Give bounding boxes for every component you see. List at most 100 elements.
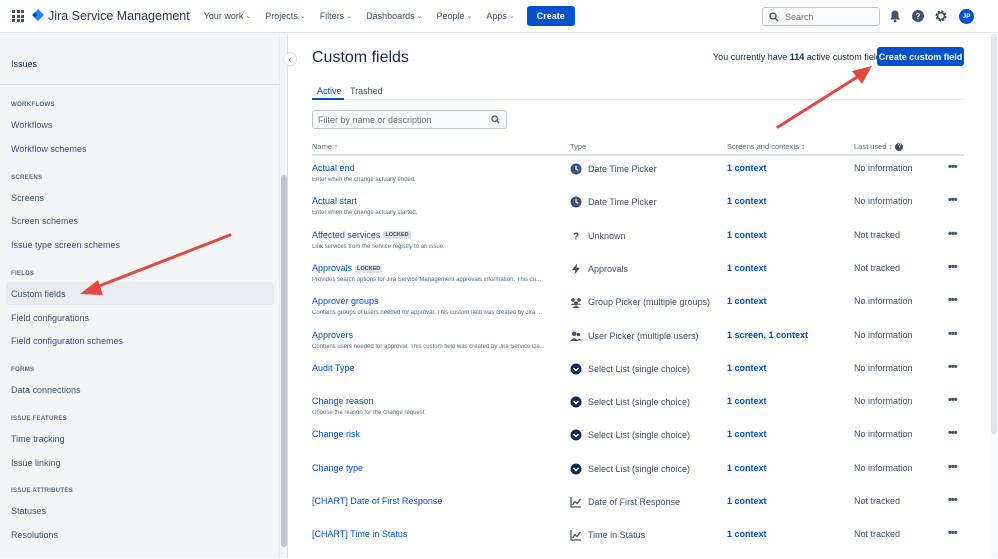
tab-active[interactable]: Active (317, 86, 342, 96)
more-actions-button[interactable]: ••• (948, 294, 958, 306)
field-last-used: No information (854, 196, 913, 207)
field-name-link[interactable]: Actual start (312, 196, 357, 206)
more-actions-button[interactable]: ••• (948, 494, 958, 506)
nav-apps[interactable]: Apps ⌄ (486, 11, 514, 21)
nav-dashboards[interactable]: Dashboards ⌄ (366, 11, 422, 21)
sidebar-item-workflow-schemes[interactable]: Workflow schemes (11, 144, 86, 154)
sidebar-item-issue-type-screen-schemes[interactable]: Issue type screen schemes (11, 240, 120, 250)
field-name-link[interactable]: Audit Type (312, 363, 354, 373)
field-context-link[interactable]: 1 context (727, 196, 767, 206)
field-last-used: No information (854, 429, 913, 440)
more-horizontal-icon: ••• (948, 260, 958, 273)
sidebar-item-statuses[interactable]: Statuses (11, 506, 46, 516)
field-context-link[interactable]: 1 context (727, 396, 767, 406)
more-actions-button[interactable]: ••• (948, 527, 958, 539)
notifications-bell-icon[interactable] (888, 9, 902, 23)
field-name-link[interactable]: Actual end (312, 163, 355, 173)
sidebar-scrollbar-thumb[interactable] (281, 175, 287, 547)
create-custom-field-button[interactable]: Create custom field (877, 47, 964, 66)
field-last-used: No information (854, 396, 913, 407)
field-context-link[interactable]: 1 context (727, 230, 767, 240)
field-name-link[interactable]: [CHART] Time in Status (312, 529, 407, 539)
field-name-link[interactable]: Affected services LOCKED (312, 230, 411, 240)
nav-your-work[interactable]: Your work ⌄ (204, 11, 252, 21)
avatar[interactable]: JP (959, 9, 974, 24)
tabs-divider (312, 99, 964, 100)
sidebar-item-issue-linking[interactable]: Issue linking (11, 458, 61, 468)
search-box[interactable] (762, 7, 880, 26)
more-actions-button[interactable]: ••• (948, 327, 958, 340)
more-horizontal-icon: ••• (948, 327, 958, 340)
field-description: Contains users needed for approval. This… (312, 343, 545, 350)
product-logo[interactable]: Jira Service Management (32, 9, 190, 23)
more-actions-button[interactable]: ••• (948, 427, 958, 439)
field-name-link[interactable]: Approvals LOCKED (312, 263, 383, 273)
select-icon (570, 363, 582, 375)
help-icon[interactable]: ? (895, 143, 904, 152)
sidebar-item-time-tracking[interactable]: Time tracking (11, 434, 65, 444)
sidebar: Issues WORKFLOWS Workflows Workflow sche… (0, 34, 280, 558)
field-type: ? Unknown (570, 230, 626, 242)
more-actions-button[interactable]: ••• (948, 460, 958, 473)
field-context-link[interactable]: 1 context (727, 429, 767, 439)
field-description: Enter when the change actually started. (312, 210, 418, 217)
help-icon[interactable]: ? (911, 9, 925, 23)
sidebar-item-field-configurations[interactable]: Field configurations (11, 313, 89, 323)
field-context-link[interactable]: 1 context (727, 163, 767, 173)
sidebar-item-issues[interactable]: Issues (11, 59, 37, 69)
more-actions-button[interactable]: ••• (948, 194, 958, 206)
column-header-name[interactable]: Name ↑ (312, 142, 338, 151)
sidebar-item-workflows[interactable]: Workflows (11, 120, 52, 130)
column-header-screens[interactable]: Screens and contexts ↕ (727, 142, 805, 151)
more-actions-button[interactable]: ••• (948, 161, 958, 173)
field-name-link[interactable]: [CHART] Date of First Response (312, 496, 442, 506)
nav-projects[interactable]: Projects ⌄ (265, 11, 305, 21)
field-context-link[interactable]: 1 screen, 1 context (727, 330, 808, 340)
field-name-link[interactable]: Change type (312, 463, 363, 473)
column-header-last-used[interactable]: Last used ↕? (854, 142, 904, 152)
page-scrollbar-thumb[interactable] (991, 34, 997, 434)
sidebar-item-custom-fields[interactable]: Custom fields (11, 289, 66, 299)
field-name-link[interactable]: Approver groups (312, 296, 379, 306)
field-context-link[interactable]: 1 context (727, 463, 767, 473)
nav-people[interactable]: People ⌄ (436, 11, 472, 21)
more-horizontal-icon: ••• (948, 460, 958, 473)
more-actions-button[interactable]: ••• (948, 394, 958, 406)
more-actions-button[interactable]: ••• (948, 361, 958, 373)
field-name-link[interactable]: Change risk (312, 429, 360, 439)
table-row: Actual end Enter when the change actuall… (312, 160, 964, 193)
field-context-link[interactable]: 1 context (727, 296, 767, 306)
filter-box[interactable] (312, 110, 507, 129)
table-header-divider (312, 154, 964, 156)
nav-filters[interactable]: Filters ⌄ (320, 11, 352, 21)
custom-field-count: You currently have 114 active custom fie… (713, 52, 885, 62)
field-type-label: Date Time Picker (588, 164, 657, 174)
sidebar-item-data-connections[interactable]: Data connections (11, 385, 81, 395)
app-switcher-icon[interactable] (12, 10, 24, 22)
select-icon (570, 396, 582, 408)
chevron-left-icon: ‹ (288, 54, 292, 64)
sidebar-item-field-configuration-schemes[interactable]: Field configuration schemes (11, 336, 123, 346)
more-actions-button[interactable]: ••• (948, 260, 958, 273)
locked-badge: LOCKED (355, 264, 383, 273)
field-context-link[interactable]: 1 context (727, 496, 767, 506)
field-name-link[interactable]: Change reason (312, 396, 374, 406)
tab-trashed[interactable]: Trashed (350, 86, 383, 96)
settings-gear-icon[interactable] (934, 9, 948, 23)
collapse-sidebar-button[interactable]: ‹ (283, 52, 297, 66)
table-row: [CHART] Time in Status Time in Status 1 … (312, 526, 964, 559)
create-button[interactable]: Create (526, 6, 575, 26)
more-actions-button[interactable]: ••• (948, 228, 958, 240)
sidebar-item-resolutions[interactable]: Resolutions (11, 530, 58, 540)
filter-input[interactable] (318, 114, 488, 125)
search-input[interactable] (785, 11, 875, 22)
field-type-label: Select List (single choice) (588, 463, 691, 474)
sidebar-item-screen-schemes[interactable]: Screen schemes (11, 216, 78, 226)
field-context-link[interactable]: 1 context (727, 263, 767, 273)
field-context-link[interactable]: 1 context (727, 363, 767, 373)
field-name-link[interactable]: Approvers (312, 330, 353, 340)
field-type: User Picker (multiple users) (570, 330, 699, 342)
sidebar-item-screens[interactable]: Screens (11, 193, 44, 203)
field-type: Date Time Picker (570, 163, 657, 175)
field-context-link[interactable]: 1 context (727, 529, 767, 539)
